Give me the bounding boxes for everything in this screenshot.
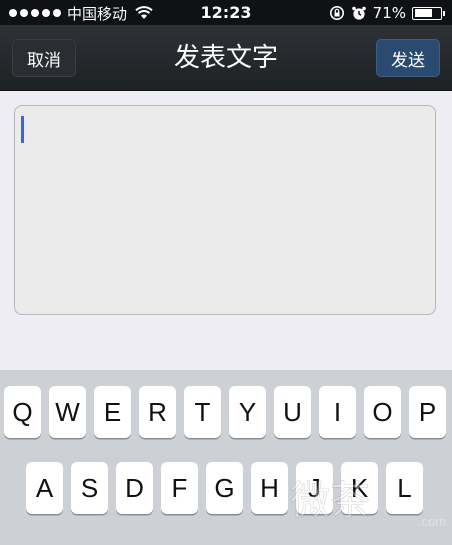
key-r[interactable]: R [139, 386, 176, 438]
key-j[interactable]: J [296, 462, 333, 514]
keyboard-row-1: QWERTYUIOP [0, 386, 452, 438]
navigation-bar: 取消 发表文字 发送 [0, 25, 452, 91]
compose-text-field[interactable] [14, 105, 436, 315]
alarm-clock-icon [351, 6, 366, 20]
key-w[interactable]: W [49, 386, 86, 438]
key-p[interactable]: P [409, 386, 446, 438]
battery-icon [412, 6, 445, 20]
key-d[interactable]: D [116, 462, 153, 514]
status-bar: 中国移动 12:23 71% [0, 0, 452, 25]
key-s[interactable]: S [71, 462, 108, 514]
status-bar-right: 71% [329, 3, 445, 23]
key-h[interactable]: H [251, 462, 288, 514]
key-u[interactable]: U [274, 386, 311, 438]
key-a[interactable]: A [26, 462, 63, 514]
key-t[interactable]: T [184, 386, 221, 438]
key-y[interactable]: Y [229, 386, 266, 438]
key-g[interactable]: G [206, 462, 243, 514]
key-i[interactable]: I [319, 386, 356, 438]
battery-percent: 71% [372, 4, 406, 22]
key-l[interactable]: L [386, 462, 423, 514]
rotation-lock-icon [329, 6, 344, 20]
send-button[interactable]: 发送 [376, 39, 440, 77]
keyboard-row-2: ASDFGHJKL [0, 462, 452, 514]
key-k[interactable]: K [341, 462, 378, 514]
key-f[interactable]: F [161, 462, 198, 514]
keyboard: QWERTYUIOP ASDFGHJKL [0, 370, 452, 545]
key-e[interactable]: E [94, 386, 131, 438]
key-q[interactable]: Q [4, 386, 41, 438]
text-cursor [21, 116, 24, 143]
key-o[interactable]: O [364, 386, 401, 438]
